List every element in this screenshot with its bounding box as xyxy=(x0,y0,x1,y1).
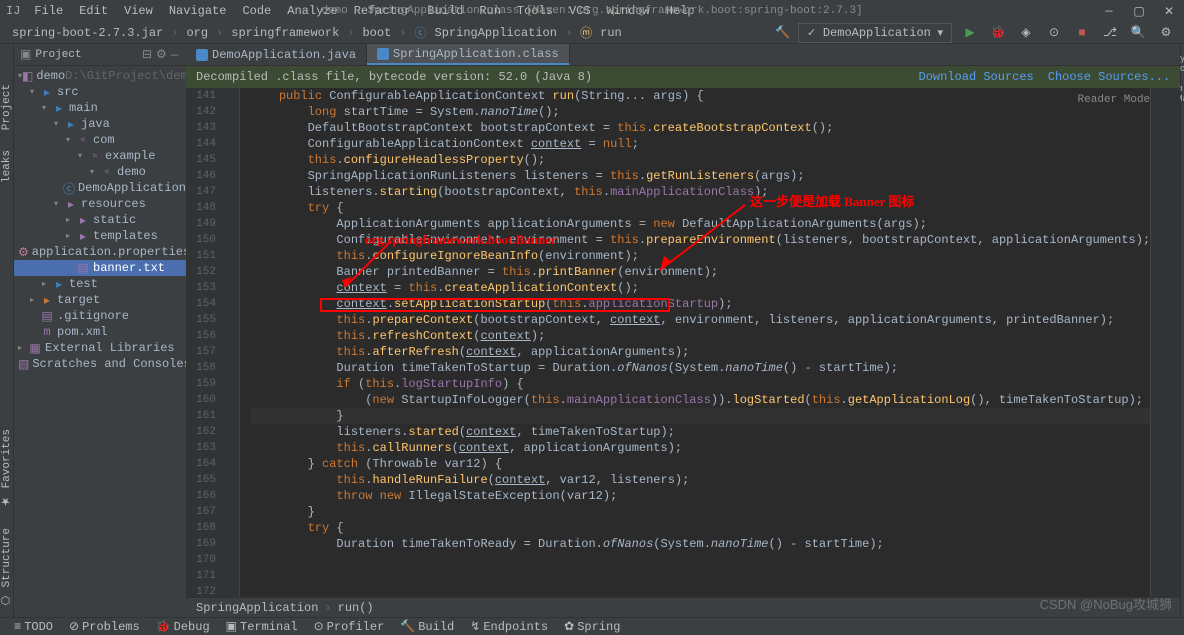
tree-item-DemoApplication[interactable]: ⓒDemoApplication xyxy=(14,180,186,196)
terminal-tool[interactable]: ▣ Terminal xyxy=(218,619,306,634)
maximize-button[interactable]: ▢ xyxy=(1124,0,1154,22)
right-tool-bar: Key Promoter X m Maven xyxy=(1180,44,1184,617)
tree-item-templates[interactable]: ▸▸templates xyxy=(14,228,186,244)
project-panel: ▣ Project ⊟ ⚙ — ▾◧demo D:\GitProject\dem… xyxy=(14,44,186,617)
close-button[interactable]: ✕ xyxy=(1154,0,1184,22)
build-tool[interactable]: 🔨 Build xyxy=(392,619,462,634)
profile-button[interactable]: ⊙ xyxy=(1044,23,1064,43)
structure-tool-button[interactable]: ⬡ Structure xyxy=(0,528,13,607)
todo-tool[interactable]: ≡ TODO xyxy=(6,620,61,634)
hammer-icon[interactable]: 🔨 xyxy=(775,25,790,40)
coverage-button[interactable]: ◈ xyxy=(1016,23,1036,43)
tree-item-pom-xml[interactable]: mpom.xml xyxy=(14,324,186,340)
watermark: CSDN @NoBug攻城狮 xyxy=(1040,594,1172,613)
folder-icon: ▣ xyxy=(20,47,31,62)
tree-item-java[interactable]: ▾▸java xyxy=(14,116,186,132)
breadcrumb-method[interactable]: run() xyxy=(338,601,374,615)
tree-item-test[interactable]: ▸▸test xyxy=(14,276,186,292)
endpoints-tool[interactable]: ↯ Endpoints xyxy=(462,619,556,634)
bc-2[interactable]: springframework xyxy=(227,26,343,40)
menu-code[interactable]: Code xyxy=(234,4,279,18)
problems-tool[interactable]: ⊘ Problems xyxy=(61,619,148,634)
hide-icon[interactable]: — xyxy=(171,48,178,62)
menu-edit[interactable]: Edit xyxy=(71,4,116,18)
menu-navigate[interactable]: Navigate xyxy=(161,4,235,18)
decompile-info-bar: Decompiled .class file, bytecode version… xyxy=(186,66,1180,88)
options-icon[interactable]: ⚙ xyxy=(156,47,167,62)
collapse-icon[interactable]: ⊟ xyxy=(142,47,152,62)
leaks-tool-button[interactable]: leaks xyxy=(1,150,13,183)
minimap[interactable] xyxy=(1150,88,1180,597)
project-panel-title: Project xyxy=(35,49,140,61)
window-title: demo – SpringApplication.class [Maven: o… xyxy=(321,5,862,17)
tree-item-Scratches-and-Consoles[interactable]: ▧Scratches and Consoles xyxy=(14,356,186,372)
editor-breadcrumb: SpringApplication › run() xyxy=(186,597,1180,617)
project-tool-button[interactable]: Project xyxy=(1,84,13,130)
choose-sources-link[interactable]: Choose Sources... xyxy=(1048,70,1170,84)
menu-view[interactable]: View xyxy=(116,4,161,18)
tree-item-External-Libraries[interactable]: ▸▦External Libraries xyxy=(14,340,186,356)
spring-tool[interactable]: ✿ Spring xyxy=(556,619,628,634)
debug-tool[interactable]: 🐞 Debug xyxy=(148,619,218,634)
tree-item-main[interactable]: ▾▸main xyxy=(14,100,186,116)
tree-item-application-properties[interactable]: ⚙application.properties xyxy=(14,244,186,260)
git-button[interactable]: ⎇ xyxy=(1100,23,1120,43)
menu-file[interactable]: File xyxy=(26,4,71,18)
line-gutter[interactable]: 141 142 143 144 145 146 147 148 149 150 … xyxy=(186,88,226,597)
tree-item-static[interactable]: ▸▸static xyxy=(14,212,186,228)
left-tool-bar: Project leaks ★ Favorites ⬡ Structure xyxy=(0,44,14,617)
tab-demo-application[interactable]: DemoApplication.java xyxy=(186,44,367,65)
debug-button[interactable]: 🐞 xyxy=(988,23,1008,43)
status-bar: ≡ TODO ⊘ Problems 🐞 Debug ▣ Terminal ⊙ P… xyxy=(0,617,1184,635)
tree-item-banner-txt[interactable]: ▤banner.txt xyxy=(14,260,186,276)
favorites-tool-button[interactable]: ★ Favorites xyxy=(0,429,13,508)
info-text: Decompiled .class file, bytecode version… xyxy=(196,70,592,84)
run-button[interactable]: ▶ xyxy=(960,23,980,43)
tree-item-demo[interactable]: ▾◧demo D:\GitProject\demo xyxy=(14,68,186,84)
run-config-dropdown[interactable]: ✓ DemoApplication ▾ xyxy=(798,23,952,43)
bc-5[interactable]: run xyxy=(596,26,626,40)
project-tree[interactable]: ▾◧demo D:\GitProject\demo▾▸src▾▸main▾▸ja… xyxy=(14,66,186,617)
bc-4[interactable]: SpringApplication xyxy=(431,26,561,40)
bc-1[interactable]: org xyxy=(182,26,212,40)
search-button[interactable]: 🔍 xyxy=(1128,23,1148,43)
editor-tabs: DemoApplication.java SpringApplication.c… xyxy=(186,44,1180,66)
settings-button[interactable]: ⚙ xyxy=(1156,23,1176,43)
tree-item-target[interactable]: ▸▸target xyxy=(14,292,186,308)
breadcrumb-class[interactable]: SpringApplication xyxy=(196,601,318,615)
tree-item-com[interactable]: ▾▫com xyxy=(14,132,186,148)
tree-item-src[interactable]: ▾▸src xyxy=(14,84,186,100)
fold-gutter[interactable] xyxy=(226,88,240,597)
stop-button[interactable]: ■ xyxy=(1072,23,1092,43)
profiler-tool[interactable]: ⊙ Profiler xyxy=(306,619,393,634)
tree-item-resources[interactable]: ▾▸resources xyxy=(14,196,186,212)
bc-0[interactable]: spring-boot-2.7.3.jar xyxy=(8,26,167,40)
tree-item--gitignore[interactable]: ▤.gitignore xyxy=(14,308,186,324)
tree-item-example[interactable]: ▾▫example xyxy=(14,148,186,164)
bc-3[interactable]: boot xyxy=(358,26,395,40)
tab-spring-application[interactable]: SpringApplication.class xyxy=(367,44,570,65)
code-editor[interactable]: public ConfigurableApplicationContext ru… xyxy=(240,88,1150,597)
nav-bar: spring-boot-2.7.3.jar› org› springframew… xyxy=(0,22,1184,44)
breadcrumb: spring-boot-2.7.3.jar› org› springframew… xyxy=(0,24,626,41)
app-icon: IJ xyxy=(0,4,26,18)
minimize-button[interactable]: — xyxy=(1094,0,1124,22)
download-sources-link[interactable]: Download Sources xyxy=(919,70,1034,84)
menu-bar: IJ File Edit View Navigate Code Analyze … xyxy=(0,0,1184,22)
tree-item-demo[interactable]: ▾▫demo xyxy=(14,164,186,180)
